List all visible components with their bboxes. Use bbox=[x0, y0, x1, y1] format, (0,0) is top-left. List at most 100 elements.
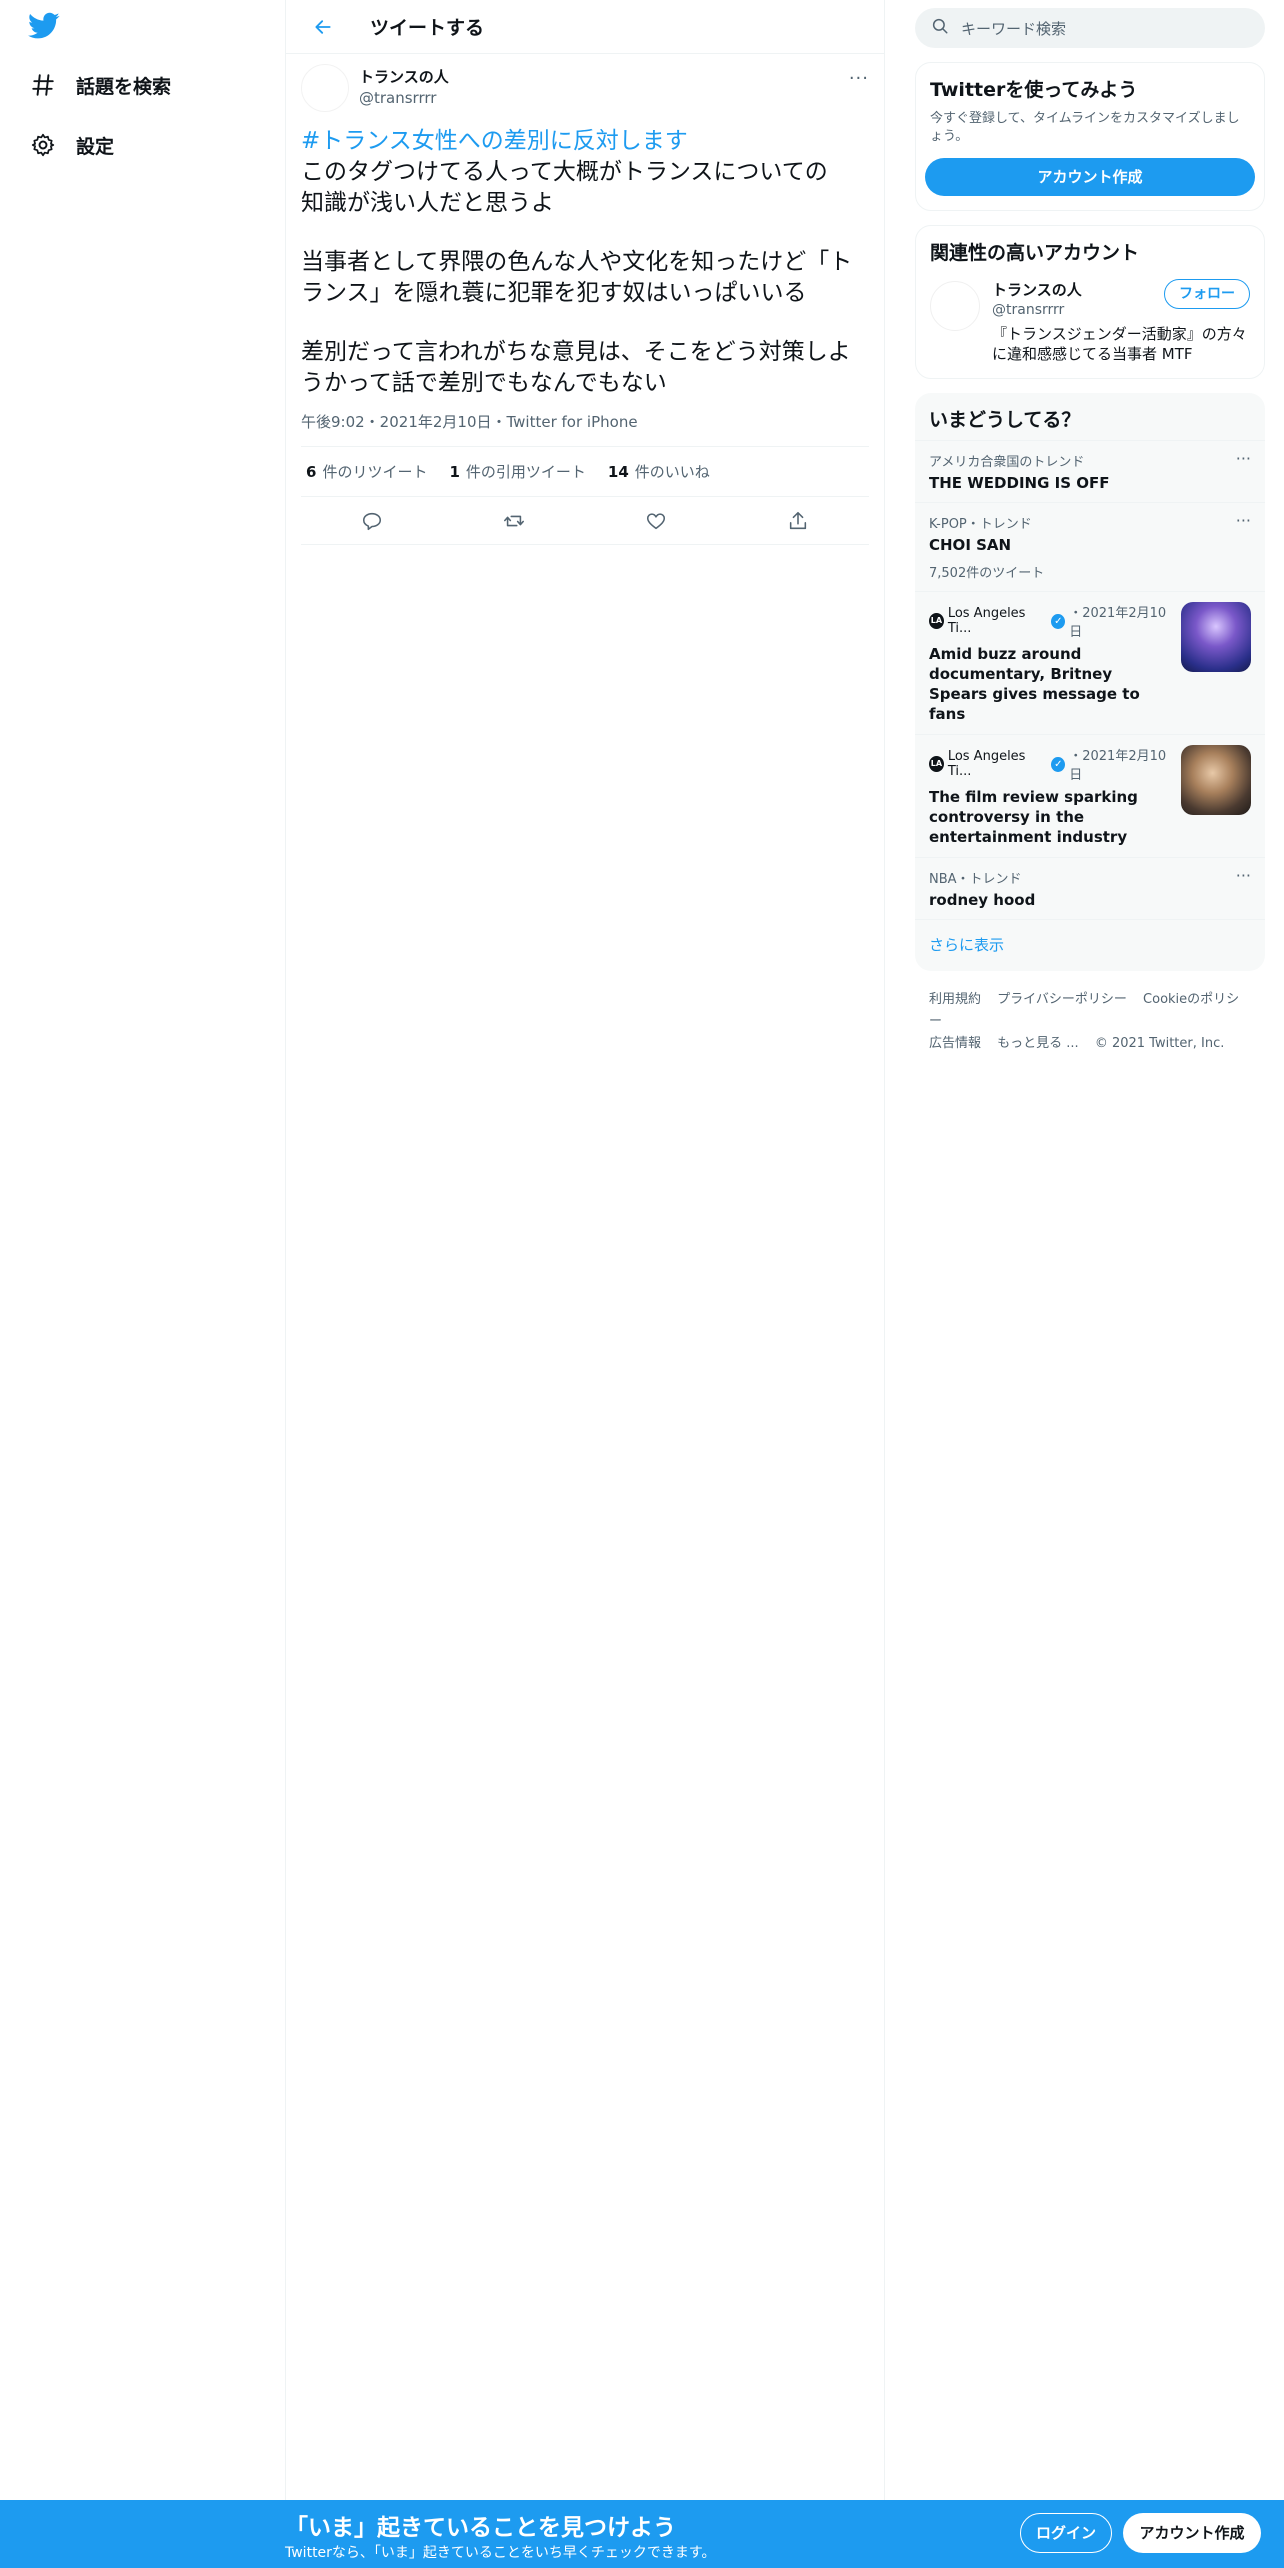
trend-name: THE WEDDING IS OFF bbox=[929, 474, 1110, 492]
nav-settings-label: 設定 bbox=[76, 135, 115, 158]
trend-context: アメリカ合衆国のトレンド bbox=[929, 455, 1085, 470]
share-icon[interactable] bbox=[785, 508, 811, 534]
related-account-bio: 『トランスジェンダー活動家』の方々に違和感感じてる当事者 MTF bbox=[992, 325, 1247, 363]
tweet-actions bbox=[301, 497, 869, 545]
signup-card: Twitterを使ってみよう 今すぐ登録して、タイムラインをカスタマイズしましょ… bbox=[915, 62, 1265, 211]
retweets-number: 6 bbox=[306, 463, 317, 481]
signup-button[interactable]: アカウント作成 bbox=[1123, 2513, 1261, 2553]
tweet-paragraph-gap bbox=[301, 219, 869, 247]
trends-title: いまどうしてる？ bbox=[929, 409, 1081, 431]
left-nav: 話題を検索 設定 bbox=[0, 0, 285, 2568]
arrow-left-icon[interactable] bbox=[306, 10, 340, 44]
tweet-stats: 6 件のリツイート 1 件の引用ツイート 14 件のいいね bbox=[301, 447, 869, 497]
la-times-logo-icon: LA bbox=[929, 756, 944, 772]
news-thumbnail bbox=[1181, 745, 1251, 815]
more-options-icon[interactable]: ··· bbox=[1236, 866, 1251, 885]
news-item[interactable]: LA Los Angeles Ti... ✓ ・2021年2月10日 The f… bbox=[915, 734, 1265, 857]
reply-icon[interactable] bbox=[359, 508, 385, 534]
more-options-icon[interactable]: ··· bbox=[1236, 449, 1251, 468]
main-header: ツイートする bbox=[286, 0, 884, 54]
nav-explore[interactable]: 話題を検索 bbox=[28, 65, 171, 105]
trend-item[interactable]: NBA・トレンド rodney hood ··· bbox=[915, 857, 1265, 919]
news-date: ・2021年2月10日 bbox=[1069, 749, 1167, 783]
more-options-icon[interactable]: ··· bbox=[849, 68, 869, 89]
likes-count[interactable]: 14 件のいいね bbox=[608, 461, 710, 482]
footer-link[interactable]: 広告情報 bbox=[929, 1036, 981, 1051]
trend-name: CHOI SAN bbox=[929, 536, 1012, 554]
nav-settings[interactable]: 設定 bbox=[28, 125, 114, 165]
tweet-text: #トランス女性への差別に反対します このタグつけてる人って大概がトランスについて… bbox=[301, 126, 869, 399]
tweet-meta[interactable]: 午後9:02・2021年2月10日・Twitter for iPhone bbox=[301, 411, 869, 447]
author-name[interactable]: トランスの人 bbox=[359, 66, 449, 87]
tweet-author: トランスの人 @transrrrr ··· bbox=[301, 64, 869, 120]
news-title: Amid buzz around documentary, Britney Sp… bbox=[929, 645, 1140, 723]
verified-badge-icon: ✓ bbox=[1051, 613, 1066, 629]
news-source: LA Los Angeles Ti... ✓ ・2021年2月10日 bbox=[929, 745, 1171, 783]
gear-icon bbox=[28, 130, 58, 160]
show-more-link[interactable]: さらに表示 bbox=[915, 919, 1265, 971]
news-item[interactable]: LA Los Angeles Ti... ✓ ・2021年2月10日 Amid … bbox=[915, 591, 1265, 734]
trend-item[interactable]: K-POP・トレンド CHOI SAN 7,502件のツイート ··· bbox=[915, 502, 1265, 591]
copyright: © 2021 Twitter, Inc. bbox=[1094, 1036, 1225, 1051]
signup-title: Twitterを使ってみよう bbox=[930, 79, 1138, 101]
page-title: ツイートする bbox=[370, 17, 485, 39]
bottom-bar-title: 「いま」起きていることを見つけよう bbox=[285, 2515, 676, 2541]
tweet-line: このタグつけてる人って大概がトランスについての bbox=[301, 159, 828, 185]
footer-link[interactable]: 利用規約 bbox=[929, 992, 981, 1007]
retweets-count[interactable]: 6 件のリツイート bbox=[306, 461, 427, 482]
bottom-signup-bar: 「いま」起きていることを見つけよう Twitterなら、「いま」起きていることを… bbox=[0, 2500, 1284, 2568]
follow-button[interactable]: フォロー bbox=[1164, 279, 1250, 309]
like-heart-icon[interactable] bbox=[643, 508, 669, 534]
tweet: トランスの人 @transrrrr ··· #トランス女性への差別に反対します … bbox=[286, 54, 884, 545]
tweet-line: ランス」を隠れ蓑に犯罪を犯す奴はいっぱいいる bbox=[301, 280, 807, 306]
news-source-name: Los Angeles Ti... bbox=[947, 606, 1026, 636]
news-title: The film review sparking controversy in … bbox=[929, 788, 1138, 846]
likes-number: 14 bbox=[607, 463, 629, 481]
signup-subtitle: 今すぐ登録して、タイムラインをカスタマイズしましょう。 bbox=[930, 111, 1240, 144]
tweet-line: 差別だって言われがちな意見は、そこをどう対策しよ bbox=[301, 339, 851, 365]
nav-explore-label: 話題を検索 bbox=[76, 75, 172, 98]
bottom-bar-subtitle: Twitterなら、「いま」起きていることをいち早くチェックできます。 bbox=[285, 2545, 716, 2561]
more-options-icon[interactable]: ··· bbox=[1236, 511, 1251, 530]
twitter-bird-icon[interactable] bbox=[28, 12, 64, 44]
news-date: ・2021年2月10日 bbox=[1069, 606, 1167, 640]
trends-card: いまどうしてる？ アメリカ合衆国のトレンド THE WEDDING IS OFF… bbox=[915, 393, 1265, 971]
search-bar[interactable]: キーワード検索 bbox=[915, 8, 1265, 48]
related-accounts-card: 関連性の高いアカウント トランスの人 @transrrrr 『トランスジェンダー… bbox=[915, 225, 1265, 379]
tweet-line: 当事者として界隈の色んな人や文化を知ったけど「ト bbox=[301, 249, 853, 275]
footer-link[interactable]: プライバシーポリシー bbox=[997, 992, 1127, 1007]
search-input[interactable]: キーワード検索 bbox=[961, 18, 1066, 39]
quotes-count[interactable]: 1 件の引用ツイート bbox=[449, 461, 585, 482]
avatar[interactable] bbox=[930, 281, 980, 331]
author-handle[interactable]: @transrrrr bbox=[359, 89, 449, 107]
tweet-paragraph-gap bbox=[301, 309, 869, 337]
login-button[interactable]: ログイン bbox=[1020, 2513, 1112, 2553]
quotes-label: 件の引用ツイート bbox=[465, 463, 586, 481]
quotes-number: 1 bbox=[449, 463, 460, 481]
likes-label: 件のいいね bbox=[634, 463, 710, 481]
trend-item[interactable]: アメリカ合衆国のトレンド THE WEDDING IS OFF ··· bbox=[915, 440, 1265, 502]
trend-name: rodney hood bbox=[929, 891, 1036, 909]
related-title: 関連性の高いアカウント bbox=[930, 242, 1140, 264]
verified-badge-icon: ✓ bbox=[1051, 756, 1066, 772]
tweet-line: うかって話で差別でもなんでもない bbox=[301, 370, 667, 396]
retweet-icon[interactable] bbox=[501, 508, 527, 534]
tweet-line: 知識が浅い人だと思うよ bbox=[301, 190, 554, 216]
hashtag-link[interactable]: #トランス女性への差別に反対します bbox=[301, 126, 869, 157]
footer-links: 利用規約 プライバシーポリシー Cookieのポリシー 広告情報 もっと見る .… bbox=[915, 971, 1265, 1073]
trend-context: NBA・トレンド bbox=[929, 872, 1022, 887]
main-column: ツイートする トランスの人 @transrrrr ··· #トランス女性への差別… bbox=[285, 0, 885, 2568]
la-times-logo-icon: LA bbox=[929, 613, 944, 629]
retweets-label: 件のリツイート bbox=[322, 463, 428, 481]
news-source-name: Los Angeles Ti... bbox=[947, 749, 1026, 779]
trend-context: K-POP・トレンド bbox=[929, 517, 1032, 532]
news-thumbnail bbox=[1181, 602, 1251, 672]
related-account[interactable]: トランスの人 @transrrrr 『トランスジェンダー活動家』の方々に違和感感… bbox=[916, 273, 1264, 378]
create-account-button[interactable]: アカウント作成 bbox=[925, 158, 1255, 196]
search-icon bbox=[931, 17, 949, 39]
avatar[interactable] bbox=[301, 64, 349, 112]
trend-count: 7,502件のツイート bbox=[929, 566, 1045, 581]
news-source: LA Los Angeles Ti... ✓ ・2021年2月10日 bbox=[929, 602, 1171, 640]
right-sidebar: キーワード検索 Twitterを使ってみよう 今すぐ登録して、タイムラインをカス… bbox=[915, 0, 1265, 1073]
footer-link[interactable]: もっと見る ... bbox=[997, 1036, 1079, 1051]
